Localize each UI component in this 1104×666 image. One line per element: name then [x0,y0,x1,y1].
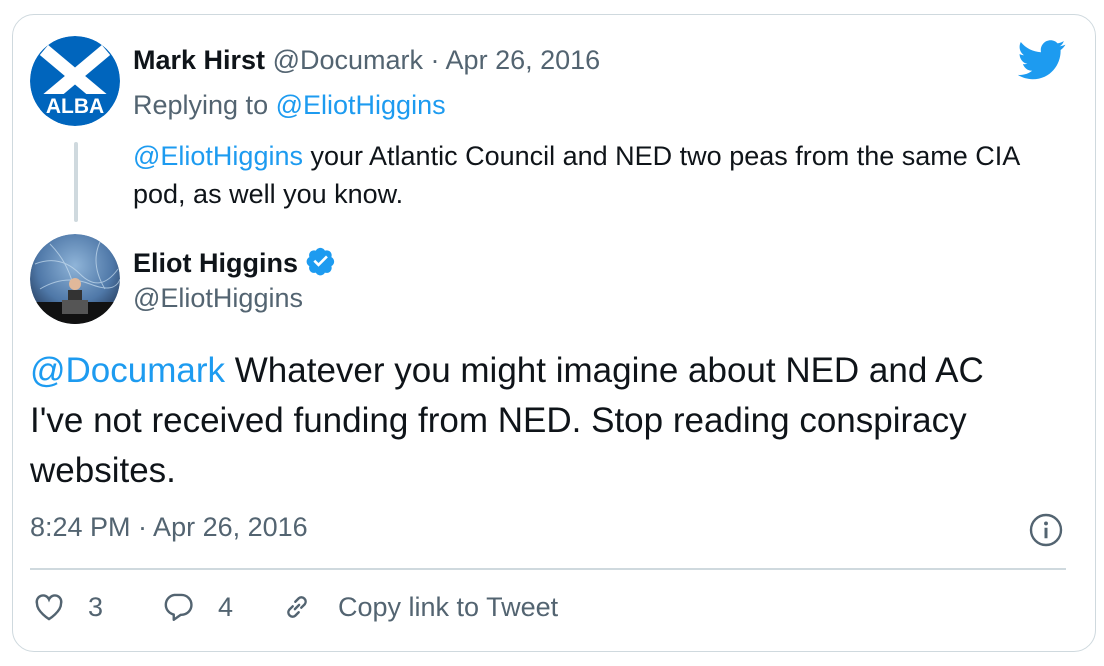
reply-bubble-icon [160,590,196,624]
like-count: 3 [88,591,104,622]
quoted-tweet-text: @EliotHiggins your Atlantic Council and … [133,137,1023,213]
like-button[interactable]: 3 [32,590,103,624]
main-tweet-text: @Documark Whatever you might imagine abo… [30,346,1040,496]
quoted-tweet-header: Mark Hirst @Documark · Apr 26, 2016 [133,45,600,76]
profile-photo [30,234,120,324]
tweet-timestamp[interactable]: 8:24 PM · Apr 26, 2016 [30,512,308,543]
copy-link-label: Copy link to Tweet [338,591,559,622]
eliot-higgins-avatar[interactable] [30,234,120,324]
alba-flag-avatar: ALBA [30,36,120,126]
quoted-separator: · [430,45,440,75]
quoted-author-name[interactable]: Mark Hirst [133,45,265,75]
thread-connector [74,142,78,222]
main-author-name[interactable]: Eliot Higgins [133,248,298,279]
info-icon[interactable] [1028,512,1064,553]
action-divider [30,568,1066,570]
main-tweet-author: Eliot Higgins [133,246,336,281]
quoted-date[interactable]: Apr 26, 2016 [446,45,601,75]
replying-to-label: Replying to [133,90,269,120]
quoted-author-handle[interactable]: @Documark [273,45,423,75]
avatar-text: ALBA [46,95,104,118]
verified-badge-icon [306,246,336,281]
reply-count: 4 [218,591,234,622]
mark-hirst-avatar[interactable]: ALBA [30,36,120,126]
twitter-bird-icon[interactable] [1017,40,1066,85]
replying-to-handle[interactable]: @EliotHiggins [276,90,446,120]
quoted-mention[interactable]: @EliotHiggins [133,141,303,171]
heart-icon [32,590,66,624]
copy-link-button[interactable]: Copy link to Tweet [280,590,558,624]
main-mention[interactable]: @Documark [30,351,225,390]
reply-button[interactable]: 4 [160,590,233,624]
replying-to-line: Replying to @EliotHiggins [133,90,446,121]
link-icon [280,590,314,624]
main-author-handle[interactable]: @EliotHiggins [133,283,303,314]
